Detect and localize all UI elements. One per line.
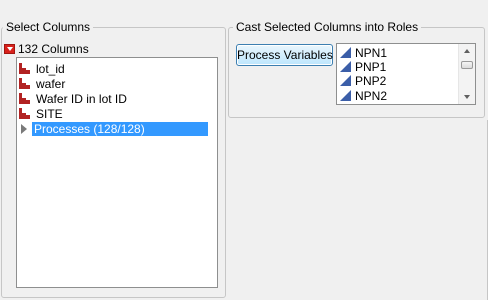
expand-triangle-icon[interactable]: [21, 123, 27, 134]
nominal-bar-icon: [19, 93, 30, 104]
column-item-label: SITE: [36, 106, 63, 121]
column-item-wafer-id[interactable]: Wafer ID in lot ID: [19, 91, 127, 106]
nominal-bar-icon: [19, 78, 30, 89]
column-count-row: 132 Columns: [4, 42, 89, 56]
process-variables-button[interactable]: Process Variables: [236, 44, 333, 66]
cast-roles-title: Cast Selected Columns into Roles: [233, 20, 422, 34]
column-item-label: wafer: [36, 76, 66, 91]
nominal-bar-icon: [19, 63, 30, 74]
scroll-down-icon[interactable]: [464, 95, 470, 99]
continuous-triangle-icon: [340, 47, 351, 58]
role-item-label: PNP1: [355, 59, 387, 74]
column-group-label: Processes (128/128): [32, 121, 208, 136]
column-item-label: lot_id: [36, 61, 65, 76]
role-item-pnp2[interactable]: PNP2: [340, 73, 386, 88]
column-group-processes[interactable]: Processes (128/128): [19, 121, 208, 136]
column-count-label: 132 Columns: [18, 42, 89, 56]
column-item-wafer[interactable]: wafer: [19, 76, 65, 91]
nominal-bar-icon: [19, 108, 30, 119]
continuous-triangle-icon: [340, 90, 351, 101]
column-list[interactable]: lot_id wafer Wafer ID in lot ID SITE Pro…: [16, 57, 218, 288]
role-item-label: NPN2: [355, 88, 388, 103]
role-item-npn2[interactable]: NPN2: [340, 88, 387, 103]
role-list-scrollbar[interactable]: [458, 44, 475, 104]
process-variables-list[interactable]: NPN1 PNP1 PNP2 NPN2: [336, 43, 476, 105]
role-item-label: PNP2: [355, 73, 387, 88]
column-item-lot-id[interactable]: lot_id: [19, 61, 65, 76]
column-item-site[interactable]: SITE: [19, 106, 63, 121]
scroll-thumb[interactable]: [461, 61, 473, 69]
select-columns-title: Select Columns: [3, 20, 94, 34]
continuous-triangle-icon: [340, 75, 351, 86]
role-item-pnp1[interactable]: PNP1: [340, 59, 386, 74]
column-item-label: Wafer ID in lot ID: [36, 91, 127, 106]
red-triangle-menu-icon[interactable]: [4, 44, 15, 54]
role-item-npn1[interactable]: NPN1: [340, 45, 387, 60]
scroll-up-icon[interactable]: [464, 49, 470, 53]
continuous-triangle-icon: [340, 61, 351, 72]
role-item-label: NPN1: [355, 45, 388, 60]
